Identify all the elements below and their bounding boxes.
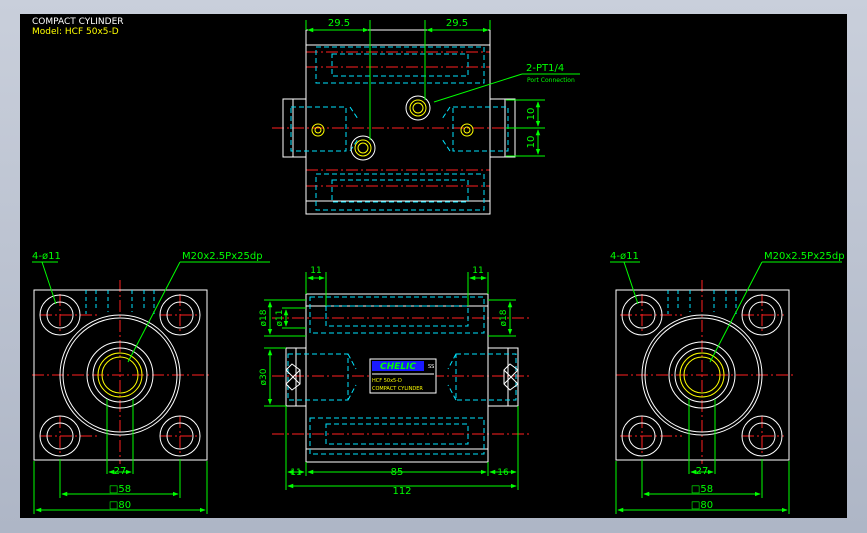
front-dim-bottom-right: 16: [497, 468, 509, 478]
cad-window: COMPACT CYLINDER Model: HCF 50x5-D 29.5 …: [0, 0, 867, 533]
top-dim-side-b: 10: [526, 136, 537, 149]
left-dim-inner: 27: [114, 466, 127, 477]
right-view-centerlines: [616, 280, 796, 464]
front-dim-bottom-mid: 85: [391, 467, 404, 478]
nameplate-model: HCF 50x5-D: [372, 378, 402, 384]
nameplate-type: COMPACT CYLINDER: [372, 386, 423, 392]
right-thread-label: M20x2.5Px25dp: [764, 251, 845, 262]
top-dim-left: 29.5: [328, 18, 350, 29]
right-dim-square: □58: [691, 484, 713, 495]
top-view: 29.5 29.5 2-PT1/4 Port Connection 10 10: [272, 18, 580, 215]
front-dim-bore-right: ø18: [499, 309, 509, 326]
drawing-canvas: COMPACT CYLINDER Model: HCF 50x5-D 29.5 …: [20, 14, 847, 518]
right-end-view: 4-ø11 M20x2.5Px25dp 27 □58 □80: [610, 251, 845, 514]
top-dim-right: 29.5: [446, 18, 468, 29]
front-dim-top-left: 11: [310, 266, 321, 276]
left-holes-label: 4-ø11: [32, 251, 61, 262]
top-dim-side-a: 10: [526, 108, 537, 121]
top-view-dimensions: [305, 20, 580, 157]
front-dim-body: ø30: [259, 368, 269, 385]
port-label: 2-PT1/4: [526, 63, 564, 74]
front-dim-bottom-left: 11: [290, 468, 301, 478]
left-dim-outer: □80: [109, 500, 131, 511]
left-view-centerlines: [32, 280, 212, 464]
nameplate-mark: SS: [428, 364, 434, 370]
right-dim-outer: □80: [691, 500, 713, 511]
left-dim-square: □58: [109, 484, 131, 495]
drawing-svg: 29.5 29.5 2-PT1/4 Port Connection 10 10: [32, 18, 845, 514]
front-view: CHELIC SS HCF 50x5-D COMPACT CYLINDER 11…: [259, 266, 530, 497]
left-end-view: 4-ø11 M20x2.5Px25dp 27 □58 □80: [32, 251, 270, 514]
port-sublabel: Port Connection: [527, 77, 575, 84]
right-holes-label: 4-ø11: [610, 251, 639, 262]
right-dim-inner: 27: [696, 466, 709, 477]
left-thread-label: M20x2.5Px25dp: [182, 251, 263, 262]
nameplate: CHELIC SS HCF 50x5-D COMPACT CYLINDER: [369, 358, 437, 394]
front-dim-rod-left: ø11: [275, 310, 285, 327]
top-view-centerlines: [272, 51, 530, 187]
nameplate-brand: CHELIC: [380, 362, 416, 372]
front-dim-top-right: 11: [472, 266, 483, 276]
front-dim-bore-left: ø18: [259, 309, 269, 326]
left-view-dimensions: [32, 261, 270, 514]
front-dim-total: 112: [392, 486, 411, 497]
